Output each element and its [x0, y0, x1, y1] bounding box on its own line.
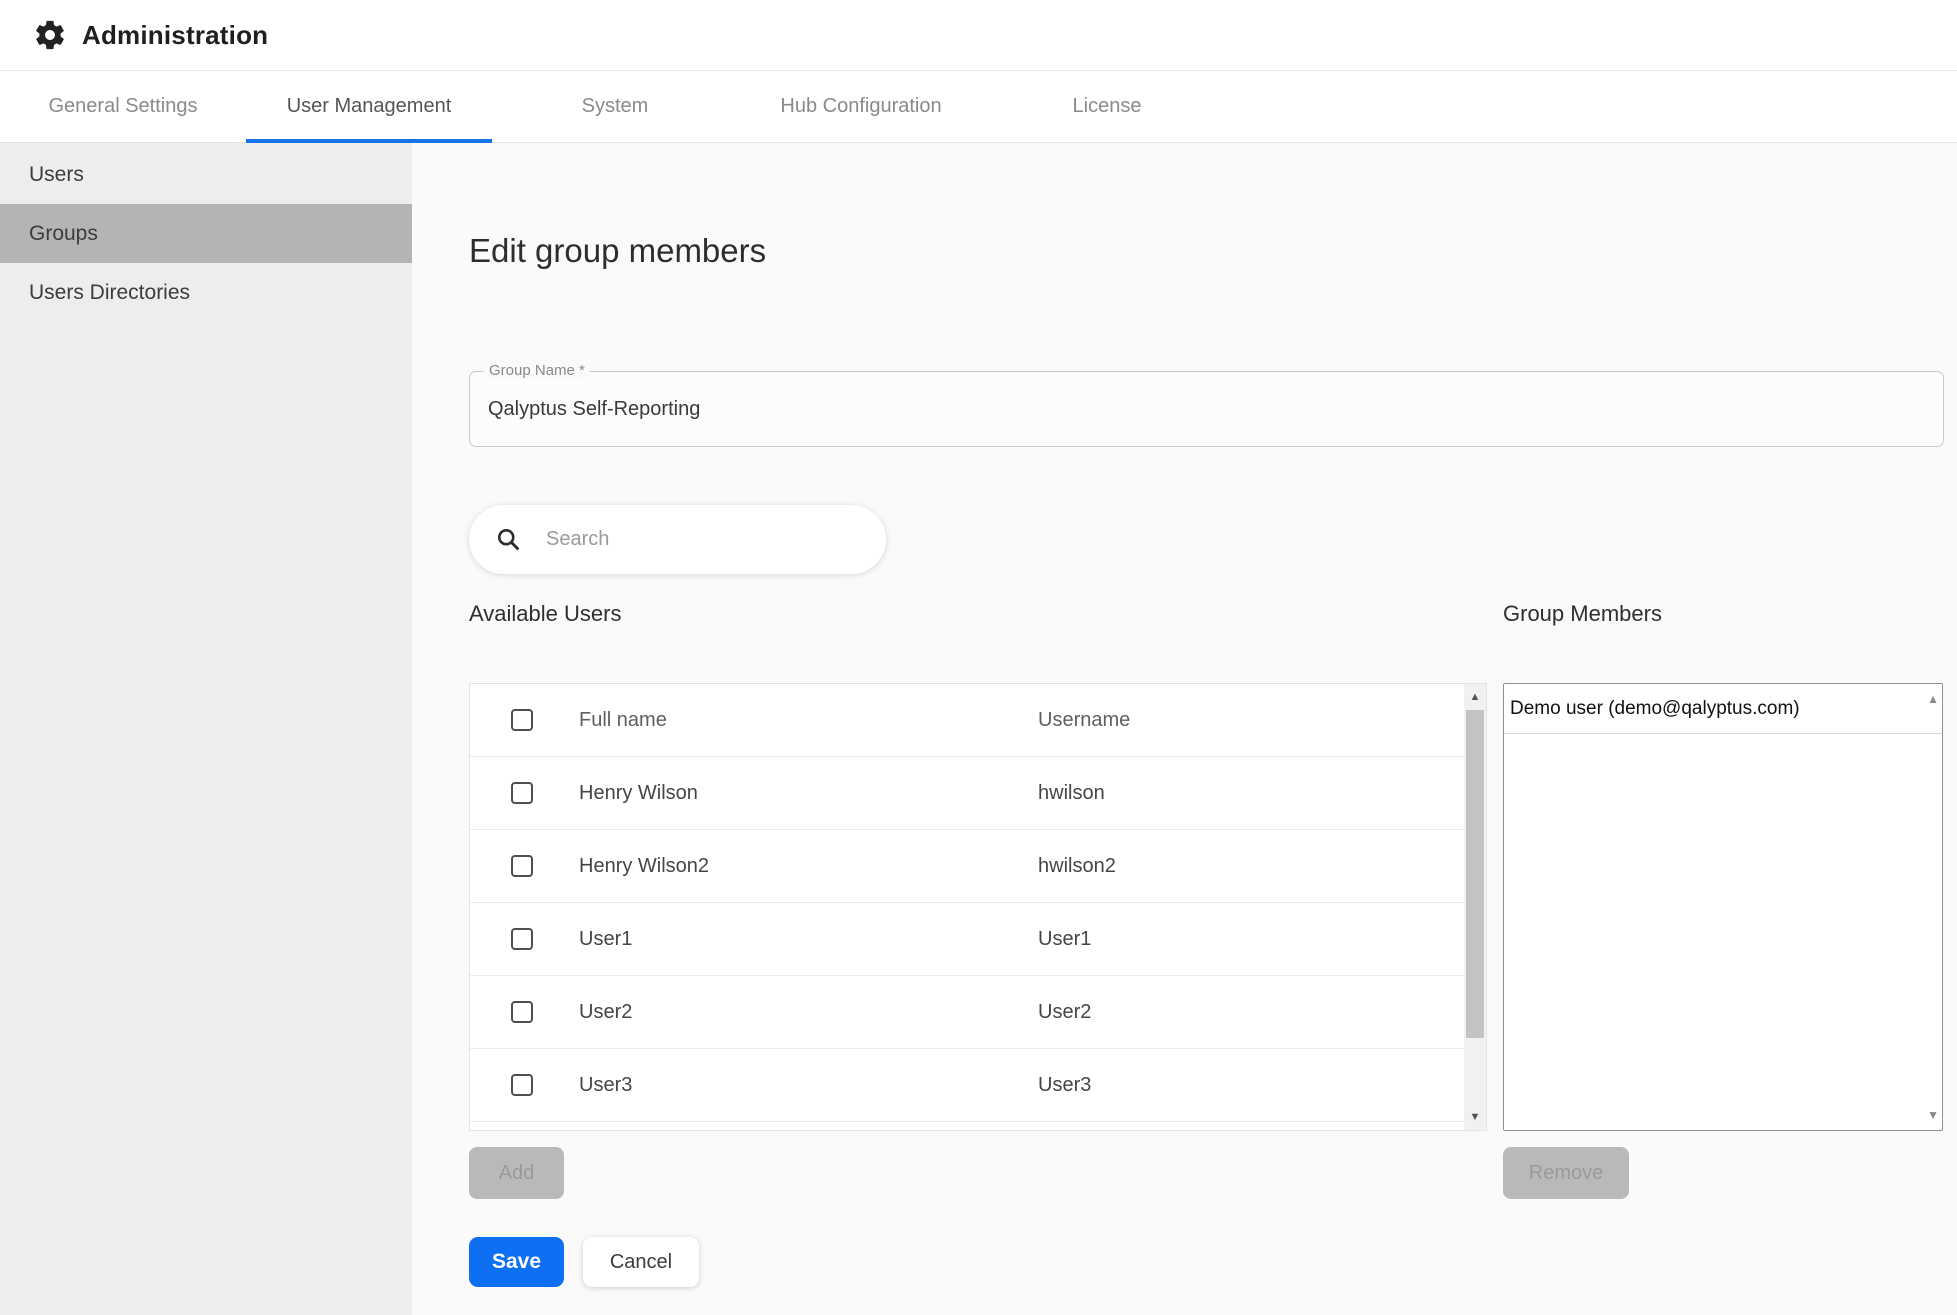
- list-scroll-up-icon[interactable]: ▲: [1927, 692, 1939, 706]
- row-checkbox[interactable]: [511, 1001, 533, 1023]
- table-row[interactable]: Henry Wilson hwilson: [470, 757, 1486, 830]
- tab-license[interactable]: License: [984, 71, 1230, 142]
- tab-general-settings[interactable]: General Settings: [0, 71, 246, 142]
- tab-hub-configuration[interactable]: Hub Configuration: [738, 71, 984, 142]
- scroll-down-arrow-icon[interactable]: ▼: [1464, 1106, 1486, 1128]
- scrollbar-thumb[interactable]: [1466, 710, 1484, 1038]
- group-name-input[interactable]: [488, 398, 1888, 421]
- edit-group-heading: Edit group members: [469, 232, 767, 269]
- cell-full-name: User1: [579, 927, 633, 950]
- sidebar-item-users[interactable]: Users: [0, 145, 412, 204]
- row-checkbox[interactable]: [511, 1074, 533, 1096]
- table-row[interactable]: Henry Wilson2 hwilson2: [470, 830, 1486, 903]
- table-scrollbar[interactable]: ▲ ▼: [1464, 684, 1486, 1130]
- list-scroll-down-icon[interactable]: ▼: [1927, 1108, 1939, 1122]
- search-icon: [497, 528, 519, 550]
- scroll-up-arrow-icon[interactable]: ▲: [1464, 686, 1486, 708]
- select-all-checkbox[interactable]: [511, 709, 533, 731]
- group-name-field[interactable]: Group Name *: [469, 362, 1944, 447]
- row-checkbox[interactable]: [511, 782, 533, 804]
- cell-full-name: User3: [579, 1073, 633, 1096]
- main-panel: Edit group members Group Name * Availabl…: [412, 143, 1957, 1315]
- group-name-label: Group Name *: [484, 362, 590, 379]
- cell-full-name: Henry Wilson2: [579, 854, 710, 877]
- table-header-row: Full name Username: [470, 684, 1486, 757]
- table-row[interactable]: User2 User2: [470, 976, 1486, 1049]
- remove-button[interactable]: Remove: [1503, 1147, 1629, 1199]
- cell-full-name: User2: [579, 1000, 633, 1023]
- table-row[interactable]: User1 User1: [470, 903, 1486, 976]
- tab-user-management[interactable]: User Management: [246, 71, 492, 143]
- table-row[interactable]: User3 User3: [470, 1049, 1486, 1122]
- cell-username: hwilson2: [1038, 854, 1116, 877]
- row-checkbox[interactable]: [511, 928, 533, 950]
- tab-system[interactable]: System: [492, 71, 738, 142]
- sidebar-item-users-directories[interactable]: Users Directories: [0, 263, 412, 322]
- cancel-button[interactable]: Cancel: [583, 1237, 699, 1287]
- column-header-full-name: Full name: [579, 708, 667, 731]
- app-header: Administration: [0, 0, 1957, 71]
- row-checkbox[interactable]: [511, 855, 533, 877]
- main-tabbar: General Settings User Management System …: [0, 71, 1957, 143]
- add-button[interactable]: Add: [469, 1147, 564, 1199]
- search-input[interactable]: [546, 528, 846, 551]
- cell-full-name: Henry Wilson: [579, 781, 698, 804]
- cell-username: User3: [1038, 1073, 1092, 1096]
- save-button[interactable]: Save: [469, 1237, 564, 1287]
- member-option[interactable]: Demo user (demo@qalyptus.com): [1504, 684, 1942, 734]
- cell-username: User1: [1038, 927, 1092, 950]
- page-title: Administration: [82, 19, 269, 50]
- column-header-username: Username: [1038, 708, 1131, 731]
- cell-username: hwilson: [1038, 781, 1105, 804]
- available-users-table: Full name Username Henry Wilson hwilson …: [469, 683, 1487, 1131]
- group-members-title: Group Members: [1503, 601, 1662, 626]
- sidebar: Users Groups Users Directories: [0, 143, 412, 1315]
- cell-username: User2: [1038, 1000, 1092, 1023]
- available-users-title: Available Users: [469, 601, 622, 626]
- sidebar-item-groups[interactable]: Groups: [0, 204, 412, 263]
- settings-gear-icon: [36, 20, 64, 50]
- group-members-listbox[interactable]: Demo user (demo@qalyptus.com) ▲ ▼: [1503, 683, 1943, 1131]
- search-box[interactable]: [469, 505, 886, 574]
